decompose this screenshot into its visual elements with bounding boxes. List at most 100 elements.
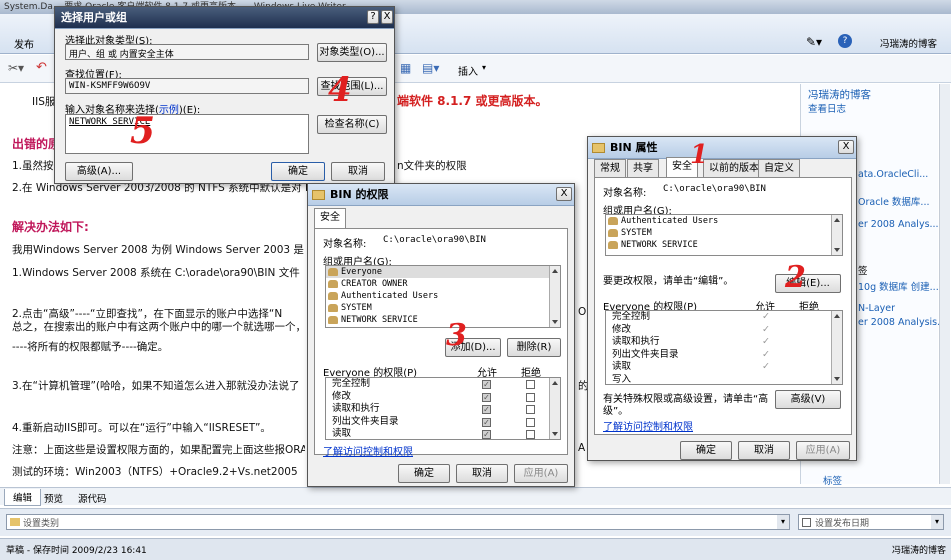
- category-select[interactable]: 设置类别 ▾: [6, 514, 790, 530]
- check-names-button[interactable]: 检查名称(C): [317, 115, 387, 134]
- user-name: NETWORK SERVICE: [621, 240, 698, 250]
- allow-checkbox[interactable]: ✓: [482, 417, 491, 427]
- tab-customize[interactable]: 自定义: [758, 159, 800, 177]
- remove-button[interactable]: 删除(R): [507, 338, 561, 357]
- advanced-button[interactable]: 高级(V): [775, 390, 841, 409]
- deny-checkbox[interactable]: [526, 417, 535, 427]
- list-item[interactable]: Authenticated Users: [326, 290, 560, 302]
- cancel-button[interactable]: 取消: [738, 441, 790, 460]
- list-scrollbar[interactable]: [831, 311, 842, 384]
- permission-row: 完全控制 ✓: [326, 378, 560, 391]
- deny-checkbox[interactable]: [526, 405, 535, 414]
- tab-preview[interactable]: 预览: [44, 491, 63, 505]
- list-item[interactable]: CREATOR OWNER: [326, 278, 560, 290]
- permission-list: 完全控制 ✓ 修改 ✓ 读取和执行 ✓ 列出文件夹目录 ✓ 读取 ✓: [325, 377, 561, 440]
- sidebar-blog-title[interactable]: 冯瑞涛的博客: [808, 87, 871, 102]
- list-item[interactable]: Everyone: [326, 266, 560, 278]
- sidebar-item[interactable]: 签: [858, 263, 868, 277]
- apply-button[interactable]: 应用(A): [514, 464, 568, 483]
- allow-checkbox[interactable]: ✓: [482, 392, 491, 402]
- sidebar-item[interactable]: Oracle 数据库...: [858, 194, 930, 208]
- doc-line1b: n文件夹的权限: [397, 160, 467, 172]
- cancel-button[interactable]: 取消: [456, 464, 508, 483]
- list-item[interactable]: SYSTEM: [606, 227, 842, 239]
- cut-icon[interactable]: ✂▾: [8, 61, 24, 75]
- list-item[interactable]: NETWORK SERVICE: [606, 239, 842, 251]
- users-icon: [328, 268, 338, 276]
- doc-p2: 1.Windows Server 2008 系统在 C:\orade\ora90…: [12, 267, 300, 279]
- check-icon: ✓: [762, 311, 770, 322]
- change-permission-text: 要更改权限，请单击“编辑”。: [603, 276, 734, 287]
- cancel-button[interactable]: 取消: [331, 162, 385, 181]
- publish-tab[interactable]: 发布: [14, 36, 34, 51]
- deny-checkbox[interactable]: [526, 392, 535, 402]
- tab-strip: 安全: [314, 208, 568, 228]
- learn-access-link[interactable]: 了解访问控制和权限: [323, 443, 413, 458]
- table-icon[interactable]: ▦: [400, 61, 411, 75]
- help-icon[interactable]: ?: [838, 34, 852, 48]
- help-button[interactable]: ?: [367, 10, 379, 24]
- tab-general[interactable]: 常规: [594, 159, 626, 177]
- apply-button[interactable]: 应用(A): [796, 441, 850, 460]
- deny-checkbox[interactable]: [526, 380, 535, 389]
- object-type-field: 用户、组 或 内置安全主体: [65, 44, 309, 60]
- ok-button[interactable]: 确定: [271, 162, 325, 181]
- publish-date-picker[interactable]: 设置发布日期 ▾: [798, 514, 944, 530]
- close-button[interactable]: X: [381, 10, 393, 24]
- chevron-down-icon[interactable]: ▾: [931, 515, 943, 529]
- user-list[interactable]: Authenticated Users SYSTEM NETWORK SERVI…: [605, 214, 843, 256]
- list-item[interactable]: Authenticated Users: [606, 215, 842, 227]
- insert-menu[interactable]: 插入: [458, 63, 478, 78]
- pen-icon[interactable]: ✎▾: [806, 35, 822, 49]
- chevron-down-icon[interactable]: ▾: [777, 515, 789, 529]
- list-item[interactable]: NETWORK SERVICE: [326, 314, 560, 326]
- annotation-3: 3: [446, 318, 467, 353]
- folder-icon: [312, 190, 325, 200]
- users-icon: [608, 241, 618, 249]
- user-name: NETWORK SERVICE: [341, 315, 418, 325]
- sidebar-item[interactable]: er 2008 Analysis...: [858, 317, 946, 328]
- deny-checkbox[interactable]: [526, 430, 535, 439]
- allow-checkbox[interactable]: ✓: [482, 380, 491, 389]
- close-button[interactable]: X: [838, 140, 854, 154]
- doc-p6: 4.重新启动IIS即可。可以在“运行”中输入“IISRESET”。: [12, 422, 271, 434]
- sidebar-item[interactable]: 10g 数据库 创建...: [858, 279, 939, 293]
- tab-previous-versions[interactable]: 以前的版本: [703, 159, 765, 177]
- allow-checkbox[interactable]: ✓: [482, 405, 491, 414]
- list-scrollbar[interactable]: [549, 266, 560, 327]
- tab-panel: 对象名称: C:\oracle\ora90\BIN 组或用户名(G): Ever…: [314, 228, 568, 458]
- sidebar-item[interactable]: N-Layer: [858, 303, 895, 314]
- list-item[interactable]: SYSTEM: [326, 302, 560, 314]
- doc-solution-heading: 解决办法如下:: [12, 220, 89, 234]
- close-button[interactable]: X: [556, 187, 572, 201]
- doc-p1: 我用Windows Server 2008 为例 Windows Server …: [12, 244, 304, 256]
- user-list[interactable]: Everyone CREATOR OWNER Authenticated Use…: [325, 265, 561, 328]
- permission-row: 列出文件夹目录 ✓: [326, 416, 560, 429]
- tab-source[interactable]: 源代码: [78, 491, 107, 505]
- tab-security[interactable]: 安全: [314, 208, 346, 228]
- object-types-button[interactable]: 对象类型(O)...: [317, 43, 387, 62]
- learn-access-link[interactable]: 了解访问控制和权限: [603, 418, 693, 433]
- sidebar-view-log[interactable]: 查看日志: [808, 101, 846, 115]
- category-bar: 设置类别 ▾ 设置发布日期 ▾: [0, 508, 951, 536]
- ok-button[interactable]: 确定: [680, 441, 732, 460]
- allow-checkbox[interactable]: ✓: [482, 430, 491, 439]
- permission-name: 读取和执行: [332, 403, 380, 414]
- sidebar-item[interactable]: er 2008 Analys...: [858, 219, 939, 230]
- object-name-input[interactable]: NETWORK SERVICE: [65, 114, 309, 154]
- sidebar-item[interactable]: 标签: [823, 473, 842, 487]
- blog-name[interactable]: 冯瑞涛的博客: [880, 36, 937, 50]
- permission-name: 修改: [332, 390, 352, 402]
- list-scrollbar[interactable]: [831, 215, 842, 255]
- undo-icon[interactable]: ↶: [36, 60, 47, 75]
- tab-sharing[interactable]: 共享: [627, 159, 659, 177]
- tab-edit[interactable]: 编辑: [4, 489, 42, 506]
- advanced-button[interactable]: 高级(A)...: [65, 162, 133, 181]
- ok-button[interactable]: 确定: [398, 464, 450, 483]
- grid-icon[interactable]: ▤▾: [422, 61, 439, 75]
- list-scrollbar[interactable]: [549, 378, 560, 439]
- date-checkbox[interactable]: [802, 518, 811, 527]
- sidebar-scrollbar[interactable]: [939, 84, 950, 484]
- sidebar-item[interactable]: ata.OracleCli...: [858, 169, 928, 180]
- permission-row: 列出文件夹目录 ✓: [606, 349, 842, 362]
